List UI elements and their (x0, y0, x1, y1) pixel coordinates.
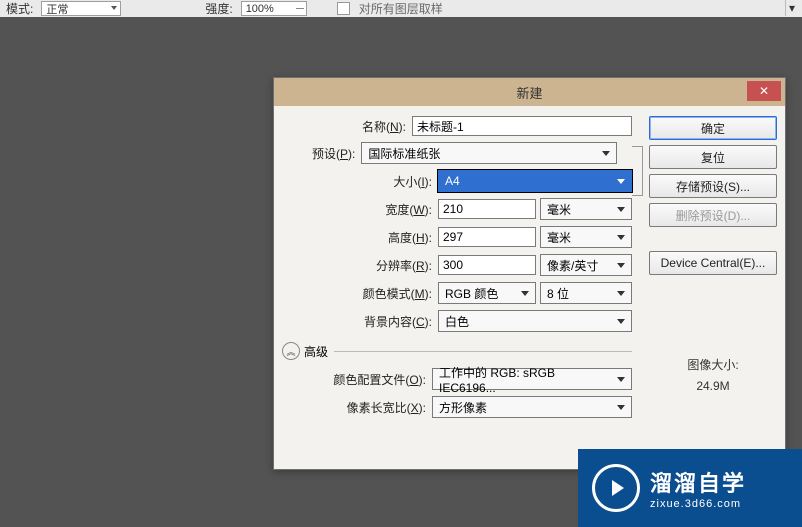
image-size-label: 图像大小: (649, 356, 777, 373)
aspect-label: 像素长宽比(X): (347, 399, 428, 416)
preset-label: 预设(P): (312, 145, 357, 162)
height-unit-select[interactable]: 毫米 (540, 226, 632, 248)
sample-all-layers-label: 对所有图层取样 (359, 0, 443, 17)
mode-label: 模式: (4, 0, 35, 17)
top-toolbar: 模式: 正常 强度: 100% 对所有图层取样 ▾ (0, 0, 802, 18)
ok-button[interactable]: 确定 (649, 116, 777, 140)
intensity-spinner[interactable]: 100% (241, 1, 307, 16)
resolution-unit-select[interactable]: 像素/英寸 (540, 254, 632, 276)
color-profile-select[interactable]: 工作中的 RGB: sRGB IEC6196... (432, 368, 632, 390)
device-central-button[interactable]: Device Central(E)... (649, 251, 777, 275)
advanced-label: 高级 (304, 343, 328, 360)
color-mode-select[interactable]: RGB 颜色 (438, 282, 536, 304)
bit-depth-select[interactable]: 8 位 (540, 282, 632, 304)
color-mode-label: 颜色模式(M): (363, 285, 434, 302)
delete-preset-button[interactable]: 删除预设(D)... (649, 203, 777, 227)
preset-link-bracket (632, 146, 643, 196)
watermark: 溜溜自学 zixue.3d66.com (578, 449, 802, 527)
panel-toggle-icon[interactable]: ▾ (785, 0, 798, 16)
dialog-title: 新建 (516, 83, 542, 102)
name-input[interactable] (412, 116, 632, 136)
intensity-label: 强度: (203, 0, 234, 17)
sample-all-layers-checkbox[interactable] (337, 2, 350, 15)
play-icon (592, 464, 640, 512)
name-label: 名称(N): (362, 118, 408, 135)
bg-select[interactable]: 白色 (438, 310, 632, 332)
size-select[interactable]: A4 (438, 170, 632, 192)
advanced-toggle-row[interactable]: ︽ 高级 (282, 342, 632, 360)
close-button[interactable]: ✕ (747, 81, 781, 101)
image-size-info: 图像大小: 24.9M (649, 356, 777, 399)
width-input[interactable] (438, 199, 536, 219)
resolution-label: 分辨率(R): (376, 257, 434, 274)
new-document-dialog: 新建 ✕ 名称(N): 预设(P): 国际标准纸张 大小(I): (273, 77, 786, 470)
height-label: 高度(H): (388, 229, 434, 246)
close-icon: ✕ (759, 84, 769, 98)
watermark-title: 溜溜自学 (650, 466, 746, 498)
form-area: 名称(N): 预设(P): 国际标准纸张 大小(I): A4 宽度(W): (282, 116, 632, 424)
mode-dropdown[interactable]: 正常 (41, 1, 121, 16)
watermark-url: zixue.3d66.com (650, 498, 746, 510)
dialog-buttons: 确定 复位 存储预设(S)... 删除预设(D)... Device Centr… (649, 116, 777, 275)
height-input[interactable] (438, 227, 536, 247)
image-size-value: 24.9M (649, 379, 777, 393)
preset-select[interactable]: 国际标准纸张 (361, 142, 617, 164)
reset-button[interactable]: 复位 (649, 145, 777, 169)
profile-label: 颜色配置文件(O): (333, 371, 428, 388)
dialog-titlebar[interactable]: 新建 ✕ (274, 78, 785, 106)
size-label: 大小(I): (393, 173, 434, 190)
width-label: 宽度(W): (385, 201, 434, 218)
pixel-aspect-select[interactable]: 方形像素 (432, 396, 632, 418)
divider (334, 351, 632, 352)
bg-label: 背景内容(C): (364, 313, 434, 330)
resolution-input[interactable] (438, 255, 536, 275)
save-preset-button[interactable]: 存储预设(S)... (649, 174, 777, 198)
width-unit-select[interactable]: 毫米 (540, 198, 632, 220)
collapse-icon: ︽ (282, 342, 300, 360)
